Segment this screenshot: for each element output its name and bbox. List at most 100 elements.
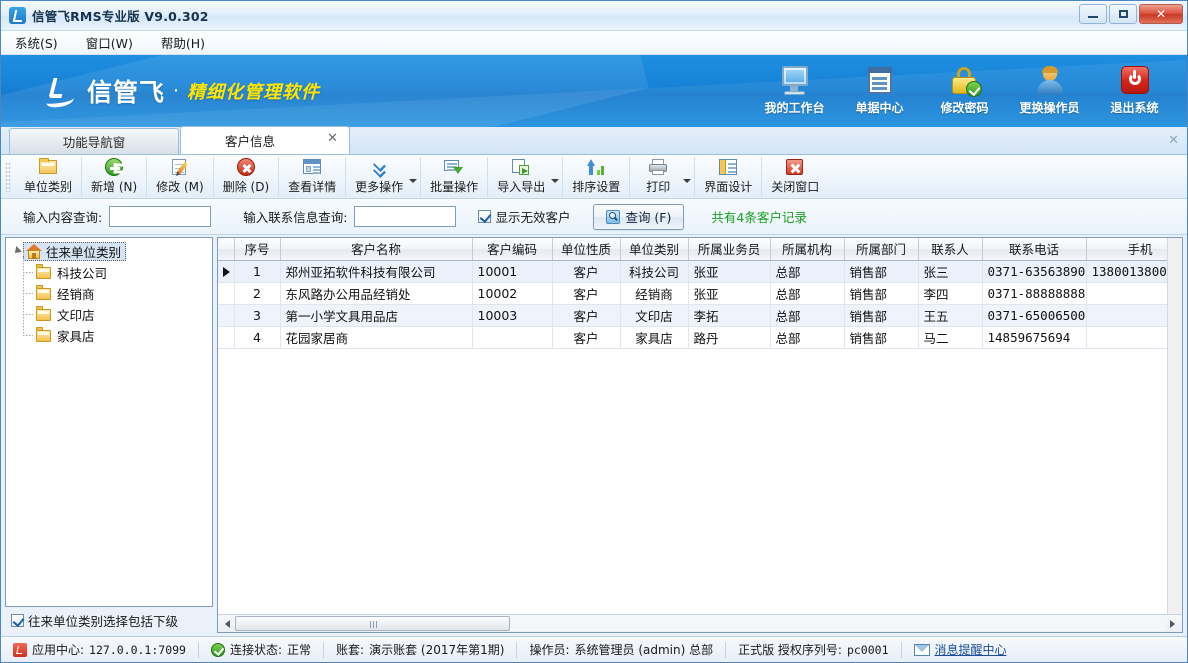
tab-label: 客户信息 bbox=[225, 131, 275, 150]
scroll-left-icon[interactable] bbox=[220, 616, 235, 631]
home-icon bbox=[26, 244, 42, 259]
table-row[interactable]: 4 花园家居商 客户 家具店 路丹 总部 销售部 马二 14859675694 bbox=[218, 326, 1167, 348]
tree-node-root[interactable]: 往来单位类别 bbox=[6, 241, 212, 262]
envelope-icon bbox=[914, 644, 930, 656]
header-button-exit[interactable]: 退出系统 bbox=[1092, 58, 1177, 124]
toolbar-grip[interactable] bbox=[5, 162, 11, 192]
toolbar-button-unit-category[interactable]: 单位类别 bbox=[15, 157, 82, 197]
search-icon bbox=[606, 210, 620, 224]
toolbar-button-label: 界面设计 bbox=[704, 178, 752, 195]
minimize-button[interactable] bbox=[1079, 4, 1107, 24]
layout-design-icon bbox=[718, 158, 738, 176]
column-header-dept[interactable]: 所属部门 bbox=[844, 238, 918, 260]
menu-item-help[interactable]: 帮助(H) bbox=[157, 31, 209, 54]
query-button-label: 查询 (F) bbox=[625, 207, 671, 226]
document-list-icon bbox=[864, 66, 896, 96]
cell-contact: 李四 bbox=[918, 282, 982, 304]
content-query-input[interactable] bbox=[109, 206, 211, 227]
tab-close-icon[interactable]: ✕ bbox=[326, 133, 339, 146]
print-dropdown-arrow[interactable] bbox=[686, 157, 695, 197]
toolbar-button-add[interactable]: 新增 (N) bbox=[82, 157, 147, 197]
menu-item-window[interactable]: 窗口(W) bbox=[82, 31, 137, 54]
header-button-workbench[interactable]: 我的工作台 bbox=[752, 58, 837, 124]
toolbar-button-close-window[interactable]: 关闭窗口 bbox=[762, 157, 828, 197]
restore-button[interactable] bbox=[1109, 4, 1137, 24]
header-button-label: 单据中心 bbox=[855, 99, 903, 116]
edit-pencil-icon bbox=[170, 158, 190, 176]
folder-icon bbox=[36, 287, 52, 300]
toolbar-button-edit[interactable]: 修改 (M) bbox=[147, 157, 214, 197]
cell-mobile bbox=[1086, 326, 1167, 348]
column-header-mobile[interactable]: 手机 bbox=[1086, 238, 1167, 260]
row-indicator-header bbox=[218, 238, 234, 260]
tree-node-item[interactable]: 科技公司 bbox=[6, 262, 212, 283]
tree-node-label: 科技公司 bbox=[57, 263, 107, 282]
toolbar-button-sort-settings[interactable]: 排序设置 bbox=[563, 157, 630, 197]
include-sublevel-checkbox[interactable]: 往来单位类别选择包括下级 bbox=[11, 611, 178, 630]
main-body: 往来单位类别 科技公司 经销商 文印店 家具店 bbox=[1, 235, 1187, 636]
tab-function-navigator[interactable]: 功能导航窗 bbox=[9, 128, 179, 154]
tree-node-item[interactable]: 文印店 bbox=[6, 304, 212, 325]
import-export-dropdown-arrow[interactable] bbox=[554, 157, 563, 197]
close-window-button[interactable]: ✕ bbox=[1139, 4, 1183, 24]
tree-node-item[interactable]: 家具店 bbox=[6, 325, 212, 346]
cell-name: 郑州亚拓软件科技有限公司 bbox=[280, 260, 472, 282]
column-header-contact[interactable]: 联系人 bbox=[918, 238, 982, 260]
grid-horizontal-scrollbar[interactable] bbox=[218, 614, 1182, 632]
grid-vertical-scrollbar[interactable] bbox=[1167, 238, 1182, 614]
import-export-icon bbox=[511, 158, 531, 176]
column-header-name[interactable]: 客户名称 bbox=[280, 238, 472, 260]
toolbar-button-view-detail[interactable]: 查看详情 bbox=[279, 157, 346, 197]
header-button-label: 退出系统 bbox=[1110, 99, 1158, 116]
column-header-category[interactable]: 单位类别 bbox=[620, 238, 688, 260]
toolbar-button-print[interactable]: 打印 bbox=[630, 157, 686, 197]
folder-icon bbox=[36, 308, 52, 321]
cell-name: 东风路办公用品经销处 bbox=[280, 282, 472, 304]
column-header-salesman[interactable]: 所属业务员 bbox=[688, 238, 770, 260]
menu-item-system[interactable]: 系统(S) bbox=[11, 31, 62, 54]
header-button-label: 修改密码 bbox=[940, 99, 988, 116]
category-tree[interactable]: 往来单位类别 科技公司 经销商 文印店 家具店 bbox=[5, 237, 213, 607]
cell-category: 家具店 bbox=[620, 326, 688, 348]
column-header-seq[interactable]: 序号 bbox=[234, 238, 280, 260]
cell-seq: 4 bbox=[234, 326, 280, 348]
contact-query-input[interactable] bbox=[354, 206, 456, 227]
tree-footer: 往来单位类别选择包括下级 bbox=[5, 607, 213, 633]
table-row[interactable]: 3 第一小学文具用品店 10003 客户 文印店 李拓 总部 销售部 王五 03… bbox=[218, 304, 1167, 326]
tab-strip-close-icon[interactable]: ✕ bbox=[1168, 133, 1179, 148]
header-button-label: 更换操作员 bbox=[1019, 99, 1079, 116]
status-account-book: 账套: 演示账套 (2017年第1期) bbox=[324, 641, 516, 659]
header-button-switch-operator[interactable]: 更换操作员 bbox=[1007, 58, 1092, 124]
scroll-track[interactable] bbox=[235, 616, 1165, 631]
query-button[interactable]: 查询 (F) bbox=[593, 204, 684, 230]
toolbar-button-import-export[interactable]: 导入导出 bbox=[488, 157, 554, 197]
status-connection-label: 连接状态: bbox=[230, 641, 282, 658]
header-button-change-password[interactable]: 修改密码 bbox=[922, 58, 1007, 124]
toolbar-button-delete[interactable]: 删除 (D) bbox=[214, 157, 279, 197]
column-header-nature[interactable]: 单位性质 bbox=[552, 238, 620, 260]
more-operations-dropdown-arrow[interactable] bbox=[412, 157, 421, 197]
show-invalid-customers-checkbox[interactable]: 显示无效客户 bbox=[478, 207, 570, 226]
scroll-thumb[interactable] bbox=[235, 616, 510, 631]
scroll-right-icon[interactable] bbox=[1165, 616, 1180, 631]
toolbar-button-more-operations[interactable]: 更多操作 bbox=[346, 157, 412, 197]
status-message-center[interactable]: 消息提醒中心 bbox=[902, 641, 1019, 659]
tree-expander-icon[interactable] bbox=[12, 246, 23, 257]
tree-node-item[interactable]: 经销商 bbox=[6, 283, 212, 304]
table-row[interactable]: 1 郑州亚拓软件科技有限公司 10001 客户 科技公司 张亚 总部 销售部 张… bbox=[218, 260, 1167, 282]
brand-logo-icon bbox=[43, 74, 77, 108]
tab-label: 功能导航窗 bbox=[63, 132, 126, 151]
toolbar-button-layout-design[interactable]: 界面设计 bbox=[695, 157, 762, 197]
window-title: 信管飞RMS专业版 V9.0.302 bbox=[32, 6, 209, 25]
cell-org: 总部 bbox=[770, 260, 844, 282]
message-center-link[interactable]: 消息提醒中心 bbox=[935, 641, 1007, 658]
column-header-code[interactable]: 客户编码 bbox=[472, 238, 552, 260]
header-button-document-center[interactable]: 单据中心 bbox=[837, 58, 922, 124]
record-count-text: 共有4条客户记录 bbox=[711, 207, 806, 226]
table-row[interactable]: 2 东风路办公用品经销处 10002 客户 经销商 张亚 总部 销售部 李四 0… bbox=[218, 282, 1167, 304]
tab-customer-info[interactable]: 客户信息 ✕ bbox=[180, 126, 350, 154]
column-header-org[interactable]: 所属机构 bbox=[770, 238, 844, 260]
toolbar-button-batch-operations[interactable]: 批量操作 bbox=[421, 157, 488, 197]
column-header-phone[interactable]: 联系电话 bbox=[982, 238, 1086, 260]
app-logo-icon bbox=[13, 643, 27, 657]
